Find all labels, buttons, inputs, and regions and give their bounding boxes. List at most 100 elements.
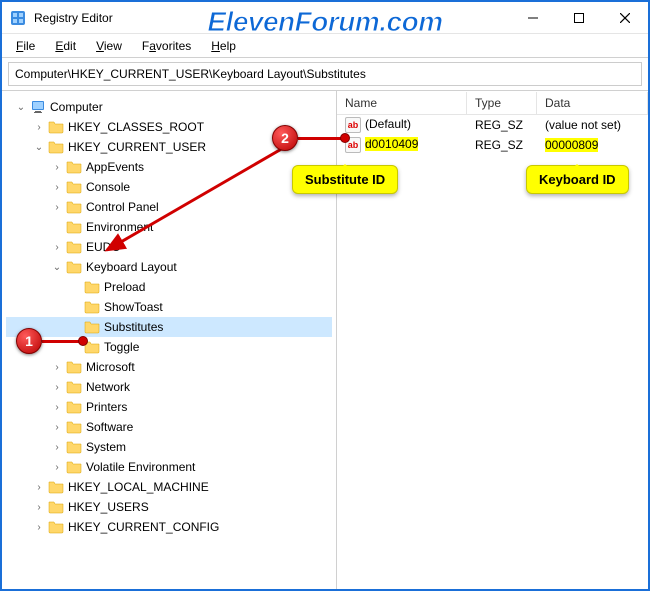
tree-item-label: System — [86, 440, 126, 454]
folder-icon — [66, 239, 82, 255]
address-bar[interactable]: Computer\HKEY_CURRENT_USER\Keyboard Layo… — [8, 62, 642, 86]
tree-item-label: Printers — [86, 400, 127, 414]
tree-item-printers[interactable]: › Printers — [6, 397, 332, 417]
chevron-right-icon[interactable]: › — [50, 422, 64, 433]
list-row[interactable]: abd0010409REG_SZ00000809 — [337, 135, 648, 155]
tree-item-volatile[interactable]: ›Volatile Environment — [6, 457, 332, 477]
maximize-button[interactable] — [556, 2, 602, 34]
callout-connector-2 — [298, 137, 342, 140]
chevron-right-icon[interactable]: › — [32, 122, 46, 133]
tree-item-network[interactable]: ›Network — [6, 377, 332, 397]
tree-item-label: ShowToast — [104, 300, 163, 314]
tree-item-environment[interactable]: Environment — [6, 217, 332, 237]
folder-icon — [48, 499, 64, 515]
col-header-data[interactable]: Data — [537, 92, 648, 114]
folder-icon — [66, 259, 82, 275]
window-title: Registry Editor — [34, 11, 113, 25]
folder-icon — [66, 459, 82, 475]
tree-item-root[interactable]: ⌄ Computer — [6, 97, 332, 117]
callout-number-1: 1 — [16, 328, 42, 354]
tree-item-microsoft[interactable]: › Microsoft — [6, 357, 332, 377]
chevron-right-icon[interactable]: › — [50, 402, 64, 413]
menu-help[interactable]: Help — [203, 37, 244, 55]
chevron-right-icon[interactable]: › — [32, 502, 46, 513]
tree-item-label: Console — [86, 180, 130, 194]
tree-item-label: AppEvents — [86, 160, 144, 174]
tree-item-label: HKEY_CURRENT_USER — [68, 140, 206, 154]
folder-icon — [66, 219, 82, 235]
chevron-down-icon[interactable]: ⌄ — [32, 142, 46, 153]
tree-item-hklm[interactable]: ›HKEY_LOCAL_MACHINE — [6, 477, 332, 497]
tree-item-label: Microsoft — [86, 360, 135, 374]
menu-file[interactable]: File — [8, 37, 43, 55]
address-text: Computer\HKEY_CURRENT_USER\Keyboard Layo… — [15, 67, 366, 81]
cell-name: abd0010409 — [337, 136, 467, 154]
balloon-substitute-id: Substitute ID — [292, 165, 398, 194]
folder-icon — [66, 419, 82, 435]
minimize-button[interactable] — [510, 2, 556, 34]
col-header-name[interactable]: Name — [337, 92, 467, 114]
folder-icon — [84, 279, 100, 295]
tree-item-substitutes[interactable]: Substitutes — [6, 317, 332, 337]
tree-item-keyboardlayout[interactable]: ⌄ Keyboard Layout — [6, 257, 332, 277]
menu-edit[interactable]: Edit — [47, 37, 84, 55]
menu-view[interactable]: View — [88, 37, 130, 55]
tree-item-label: Substitutes — [104, 320, 163, 334]
chevron-right-icon[interactable]: › — [50, 202, 64, 213]
computer-icon — [30, 99, 46, 115]
tree-item-label: HKEY_CLASSES_ROOT — [68, 120, 204, 134]
tree-item-label: Keyboard Layout — [86, 260, 177, 274]
folder-icon — [66, 379, 82, 395]
folder-icon — [84, 319, 100, 335]
folder-icon — [66, 159, 82, 175]
chevron-right-icon[interactable]: › — [32, 522, 46, 533]
folder-icon — [66, 399, 82, 415]
chevron-right-icon[interactable]: › — [50, 442, 64, 453]
titlebar: Registry Editor — [2, 2, 648, 34]
tree-item-label: EUDC — [86, 240, 120, 254]
chevron-down-icon[interactable]: ⌄ — [14, 102, 28, 113]
tree-item-showtoast[interactable]: ShowToast — [6, 297, 332, 317]
tree-item-label: Preload — [104, 280, 145, 294]
menu-favorites[interactable]: Favorites — [134, 37, 199, 55]
chevron-right-icon[interactable]: › — [50, 182, 64, 193]
cell-type: REG_SZ — [467, 137, 537, 153]
tree-item-system[interactable]: › System — [6, 437, 332, 457]
tree-item-controlpanel[interactable]: › Control Panel — [6, 197, 332, 217]
folder-icon — [84, 299, 100, 315]
tree-item-hkcc[interactable]: ›HKEY_CURRENT_CONFIG — [6, 517, 332, 537]
tree-item-hku[interactable]: › HKEY_USERS — [6, 497, 332, 517]
chevron-right-icon[interactable]: › — [50, 242, 64, 253]
tree-item-label: Toggle — [104, 340, 139, 354]
col-header-type[interactable]: Type — [467, 92, 537, 114]
folder-icon — [66, 199, 82, 215]
tree-item-software[interactable]: › Software — [6, 417, 332, 437]
tree-item-preload[interactable]: Preload — [6, 277, 332, 297]
list-header: Name Type Data — [337, 91, 648, 115]
tree-item-label: Control Panel — [86, 200, 159, 214]
folder-icon — [66, 179, 82, 195]
tree-item-label: Computer — [50, 100, 103, 114]
folder-icon — [48, 479, 64, 495]
chevron-right-icon[interactable]: › — [32, 482, 46, 493]
menubar: FileEditViewFavoritesHelp — [2, 34, 648, 58]
chevron-right-icon[interactable]: › — [50, 382, 64, 393]
cell-type: REG_SZ — [467, 117, 537, 133]
string-value-icon: ab — [345, 117, 361, 133]
chevron-right-icon[interactable]: › — [50, 362, 64, 373]
tree-item-console[interactable]: › Console — [6, 177, 332, 197]
tree-item-label: HKEY_USERS — [68, 500, 149, 514]
close-button[interactable] — [602, 2, 648, 34]
chevron-right-icon[interactable]: › — [50, 462, 64, 473]
tree-item-appevents[interactable]: › AppEvents — [6, 157, 332, 177]
list-row[interactable]: ab(Default)REG_SZ(value not set) — [337, 115, 648, 135]
tree-item-label: Software — [86, 420, 133, 434]
folder-icon — [48, 519, 64, 535]
cell-name: ab(Default) — [337, 116, 467, 134]
tree-item-eudc[interactable]: › EUDC — [6, 237, 332, 257]
cell-data: 00000809 — [537, 137, 648, 153]
chevron-right-icon[interactable]: › — [50, 162, 64, 173]
folder-icon — [66, 439, 82, 455]
callout-number-2: 2 — [272, 125, 298, 151]
chevron-down-icon[interactable]: ⌄ — [50, 262, 64, 273]
